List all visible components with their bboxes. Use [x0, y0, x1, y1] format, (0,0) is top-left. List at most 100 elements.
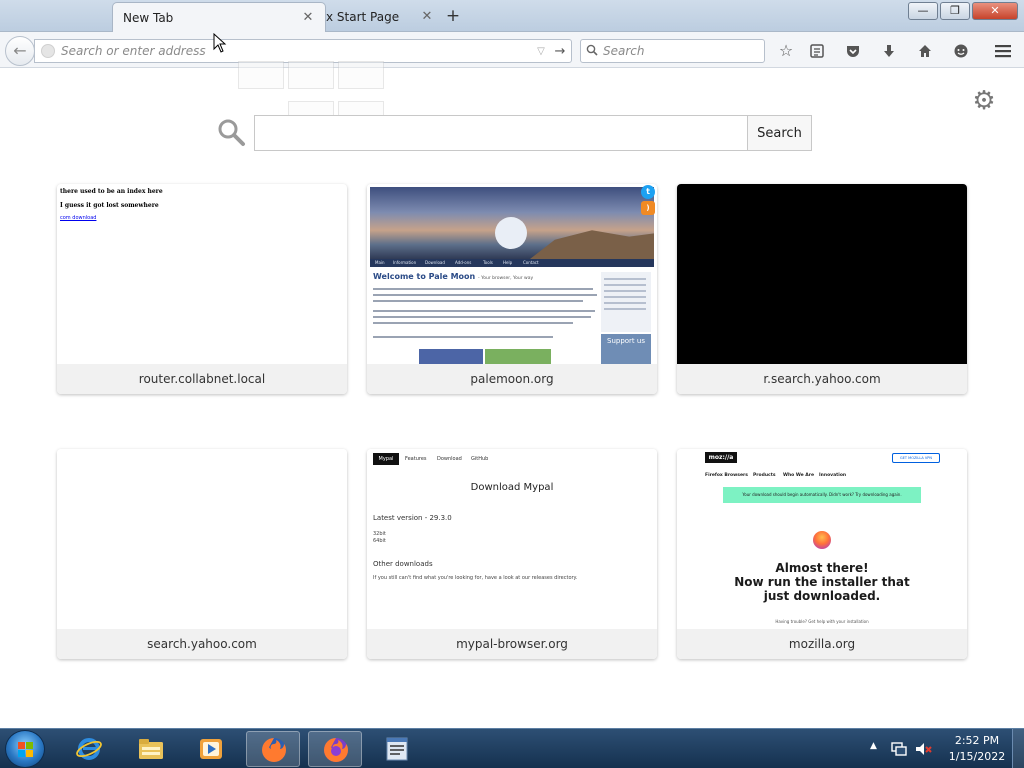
site-identity-icon[interactable]: [41, 44, 55, 58]
firefox-icon: [262, 738, 286, 762]
thumb-nav-item: GitHub: [471, 456, 489, 462]
search-icon: [581, 44, 603, 59]
tile-palemoon[interactable]: Main Information Download Add-ons Tools …: [367, 184, 657, 394]
thumb-nav-item: Tools: [483, 260, 493, 265]
page-search-button[interactable]: Search: [747, 115, 812, 151]
taskbar-file-explorer[interactable]: [124, 731, 178, 767]
search-icon: [218, 119, 245, 146]
tile-title: r.search.yahoo.com: [677, 364, 967, 394]
tile-thumbnail: [57, 449, 347, 629]
tab-title: x Start Page: [326, 10, 400, 24]
thumb-download-banner: Your download should begin automatically…: [723, 487, 921, 503]
chat-icon[interactable]: [948, 39, 974, 63]
bookmark-star-icon[interactable]: ☆: [773, 39, 799, 63]
thumb-logo: Mypal: [373, 453, 399, 465]
show-hidden-icons-icon[interactable]: ▲: [870, 741, 877, 751]
rss-icon: ): [641, 201, 655, 215]
thumb-nav-item: Features: [405, 456, 427, 462]
new-tab-page: ⚙ Search there used to be an index here …: [0, 61, 1024, 728]
thumb-nav-item: Information: [393, 260, 417, 265]
gear-icon[interactable]: ⚙: [970, 87, 998, 115]
thumb-subheading: Other downloads: [373, 560, 433, 568]
tile-title: search.yahoo.com: [57, 629, 347, 659]
start-button[interactable]: [5, 730, 45, 768]
system-tray: ▲ 2:52 PM 1/15/2022: [864, 729, 1024, 768]
navigation-toolbar: ← ▽ → ☆: [0, 32, 1024, 68]
thumb-text: I guess it got lost somewhere: [60, 202, 159, 209]
address-input[interactable]: [55, 44, 533, 58]
internet-explorer-icon: [76, 738, 102, 760]
taskbar-notepad[interactable]: [370, 731, 424, 767]
thumb-nav-item: Main: [375, 260, 385, 265]
thumb-nav-item: Innovation: [819, 473, 847, 478]
tab-start-page[interactable]: x Start Page ✕: [318, 2, 434, 32]
new-tab-button[interactable]: +: [442, 5, 464, 27]
tab-close-icon[interactable]: ✕: [420, 10, 434, 24]
thumb-nav-item: Contact: [523, 260, 539, 265]
media-player-icon: [200, 739, 222, 759]
thumb-nav-item: Firefox Browsers: [705, 473, 748, 478]
tab-close-icon[interactable]: ✕: [301, 10, 315, 25]
thumb-nav-item: Add-ons: [455, 260, 472, 265]
back-arrow-icon: ←: [13, 41, 27, 60]
close-window-button[interactable]: ✕: [972, 2, 1018, 20]
taskbar-media-player[interactable]: [184, 731, 238, 767]
show-desktop-button[interactable]: [1012, 729, 1024, 768]
thumb-nav-item: Products: [753, 473, 776, 478]
thumb-heading: Welcome to Pale Moon - Your browser, You…: [373, 272, 534, 281]
downloads-icon[interactable]: [876, 39, 902, 63]
taskbar-firefox[interactable]: [246, 731, 300, 767]
tile-search-yahoo[interactable]: search.yahoo.com: [57, 449, 347, 659]
thumb-version: Latest version - 29.3.0: [373, 514, 452, 522]
tile-thumbnail: moz://a GET MOZILLA VPN Firefox Browsers…: [677, 449, 967, 629]
go-arrow-icon[interactable]: →: [549, 44, 571, 59]
file-explorer-icon: [139, 739, 163, 759]
search-bar[interactable]: [580, 39, 765, 63]
window-controls: — ❐ ✕: [906, 2, 1018, 20]
thumb-support-banner: Support us: [601, 334, 651, 364]
volume-muted-icon[interactable]: [914, 741, 932, 757]
taskbar: ▲ 2:52 PM 1/15/2022: [0, 728, 1024, 768]
tile-thumbnail: Mypal Features Download GitHub Download …: [367, 449, 657, 629]
thumb-download-windows: [419, 349, 483, 364]
thumb-build: 64bit: [373, 538, 386, 544]
windows-logo-icon: [18, 742, 33, 757]
tile-mypal[interactable]: Mypal Features Download GitHub Download …: [367, 449, 657, 659]
tab-new-tab[interactable]: New Tab ✕: [112, 2, 326, 32]
thumb-heading: Download Mypal: [470, 482, 554, 493]
back-button[interactable]: ←: [5, 36, 35, 66]
thumb-footer: Having trouble? Get help with your insta…: [775, 619, 869, 624]
tile-mozilla[interactable]: moz://a GET MOZILLA VPN Firefox Browsers…: [677, 449, 967, 659]
tile-router[interactable]: there used to be an index here I guess i…: [57, 184, 347, 394]
minimize-button[interactable]: —: [908, 2, 938, 20]
thumb-message: Almost there! Now run the installer that…: [734, 561, 910, 603]
thumb-nav-item: Help: [503, 260, 513, 265]
tile-title: mozilla.org: [677, 629, 967, 659]
tab-title: New Tab: [123, 10, 174, 25]
tile-title: palemoon.org: [367, 364, 657, 394]
page-search-input[interactable]: [254, 115, 748, 151]
twitter-icon: t: [641, 185, 655, 199]
maximize-button[interactable]: ❐: [940, 2, 970, 20]
thumb-text: If you still can't find what you're look…: [373, 575, 578, 581]
history-dropdown-icon[interactable]: ▽: [533, 46, 549, 57]
network-icon[interactable]: [890, 741, 908, 757]
menu-icon[interactable]: [990, 39, 1016, 63]
thumb-text: there used to be an index here: [60, 188, 163, 195]
taskbar-firefox-2[interactable]: [308, 731, 362, 767]
tile-title: mypal-browser.org: [367, 629, 657, 659]
firefox-icon-2: [324, 738, 348, 762]
taskbar-internet-explorer[interactable]: [62, 731, 116, 767]
clock[interactable]: 2:52 PM 1/15/2022: [944, 733, 1010, 765]
home-icon[interactable]: [912, 39, 938, 63]
search-input[interactable]: [603, 44, 764, 58]
url-bar[interactable]: ▽ →: [34, 39, 572, 63]
tile-r-search-yahoo[interactable]: r.search.yahoo.com: [677, 184, 967, 394]
reading-list-icon[interactable]: [804, 39, 830, 63]
tile-title: router.collabnet.local: [57, 364, 347, 394]
mouse-cursor-icon: [213, 33, 227, 53]
pocket-icon[interactable]: [840, 39, 866, 63]
thumb-nav-item: Who We Are: [783, 473, 815, 478]
thumb-build: 32bit: [373, 531, 386, 537]
clock-time: 2:52 PM: [954, 734, 1000, 747]
